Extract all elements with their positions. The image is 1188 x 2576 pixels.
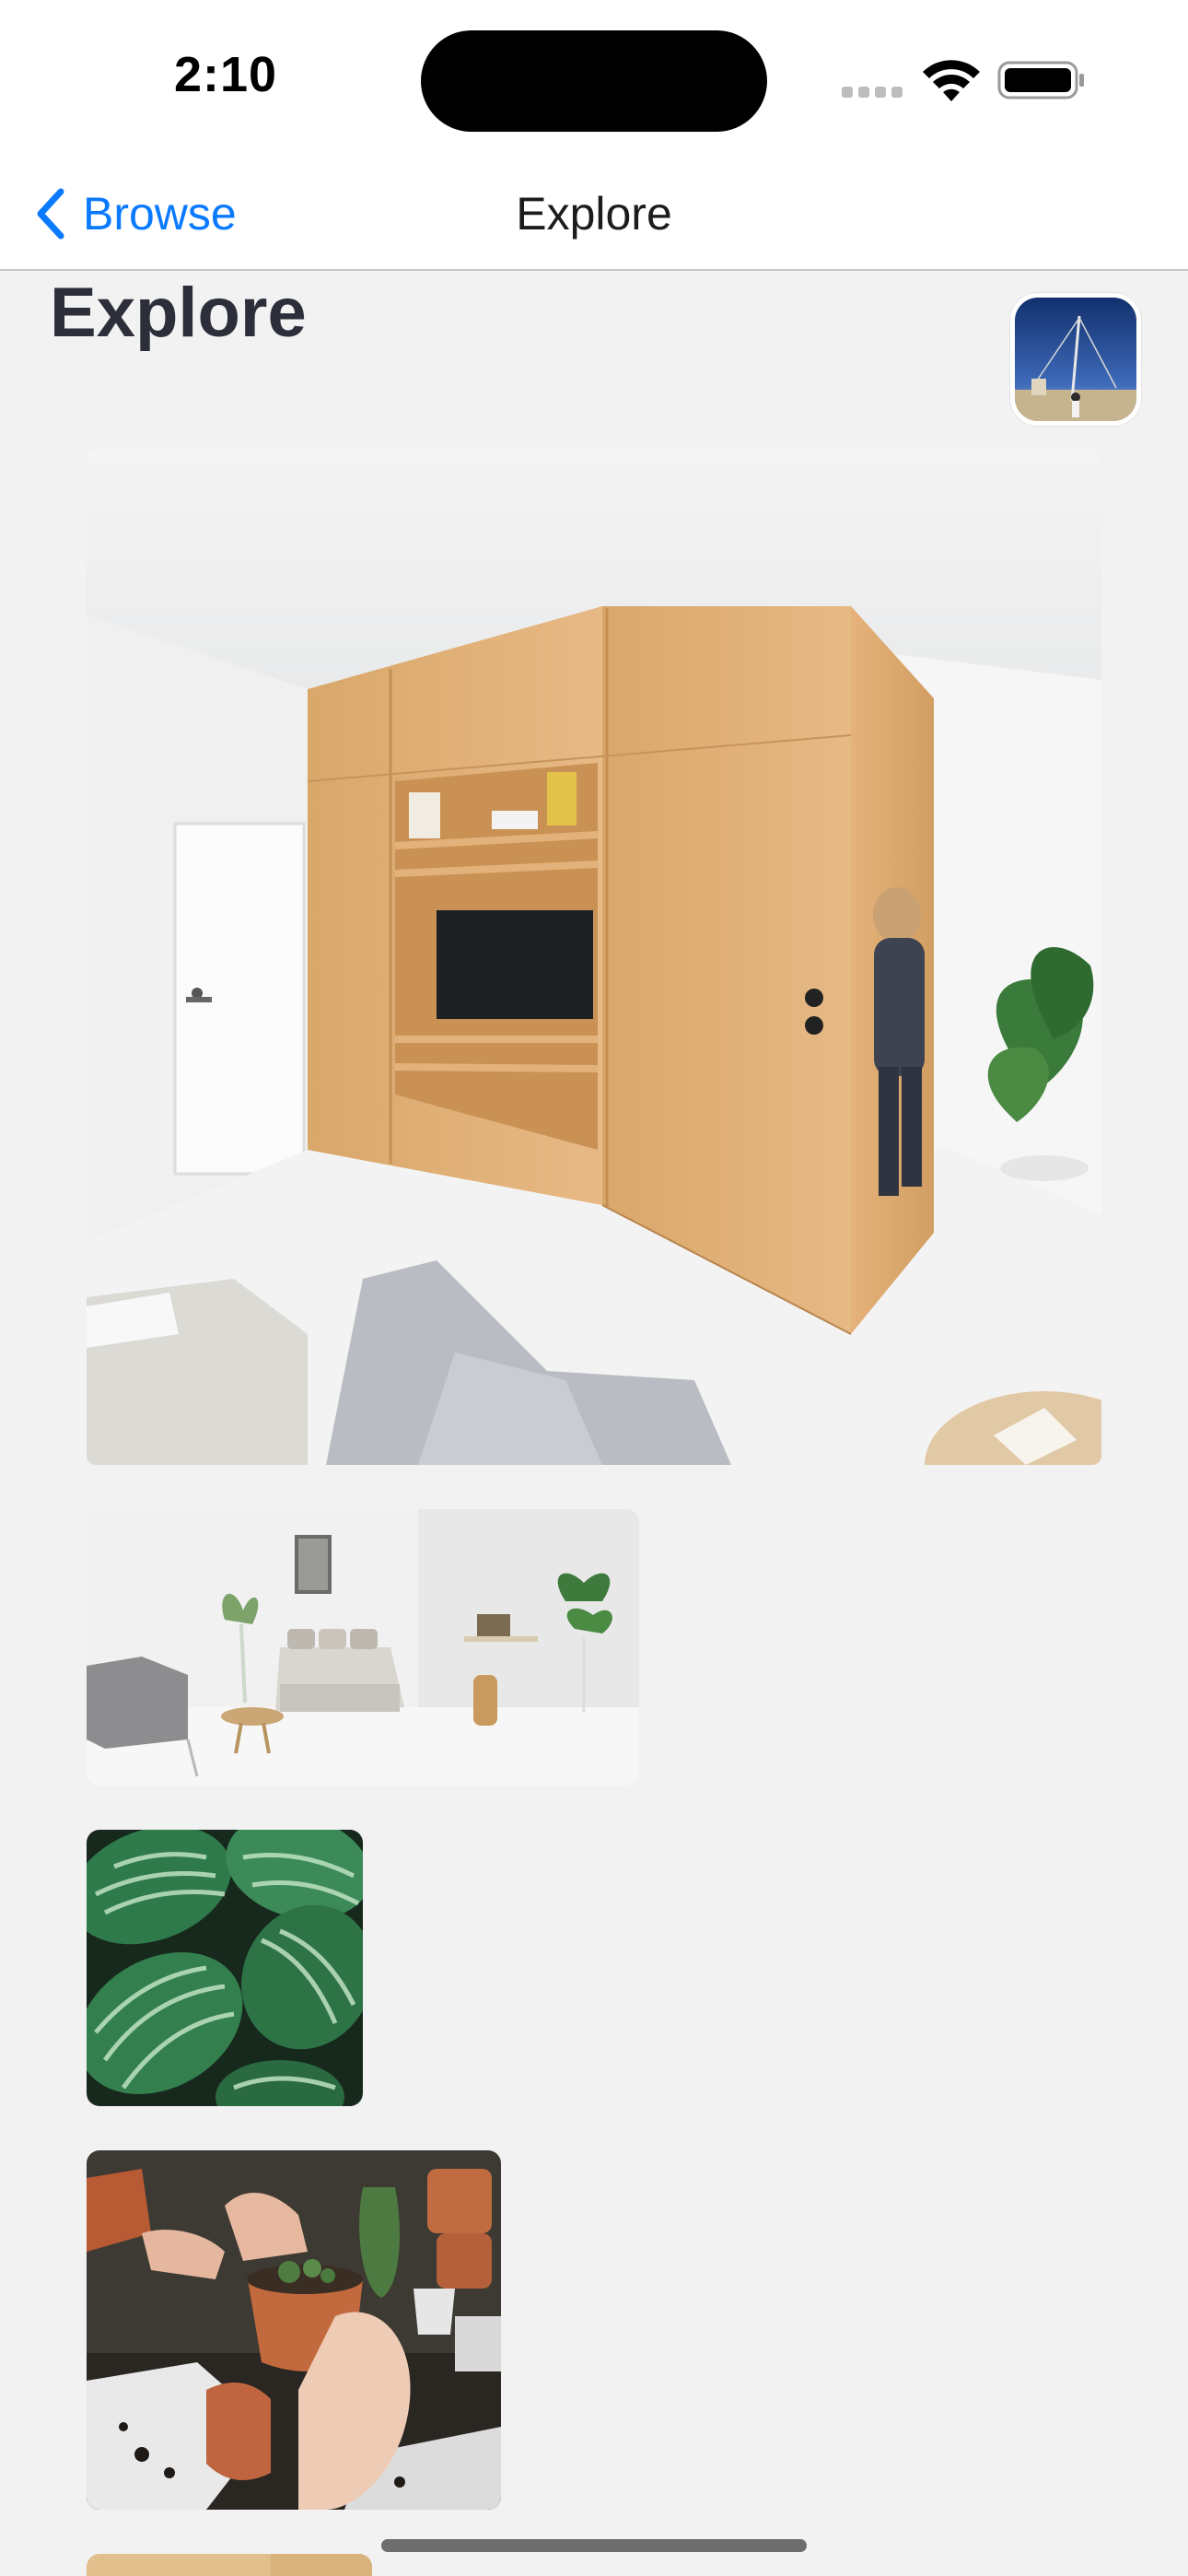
photo-image <box>87 2150 501 2510</box>
photo-image <box>87 1509 639 1786</box>
photo-image <box>87 450 1101 1465</box>
avatar-image <box>1015 298 1136 421</box>
back-button-label: Browse <box>83 188 237 240</box>
navigation-bar: Browse Explore <box>0 157 1188 271</box>
wifi-icon <box>923 60 980 101</box>
status-bar: 2:10 <box>0 0 1188 157</box>
photo-potting-cactus[interactable] <box>87 2150 501 2510</box>
photo-image <box>87 1830 363 2106</box>
battery-icon <box>997 61 1084 100</box>
status-time: 2:10 <box>173 47 278 102</box>
photo-wood-partial[interactable] <box>87 2554 372 2576</box>
photo-image <box>87 2554 372 2576</box>
photo-bedroom[interactable] <box>87 1509 639 1786</box>
screen: 2:10 Browse Explore Explore <box>0 0 1188 2576</box>
photo-wooden-cabinet-room[interactable] <box>87 450 1101 1465</box>
dynamic-island <box>421 30 767 132</box>
photo-calathea-leaves[interactable] <box>87 1830 363 2106</box>
page-title: Explore <box>50 274 307 352</box>
nav-title: Explore <box>516 188 672 240</box>
profile-avatar[interactable] <box>1010 293 1141 426</box>
back-button[interactable]: Browse <box>31 181 237 247</box>
chevron-left-icon <box>37 188 64 240</box>
home-indicator[interactable] <box>381 2539 807 2552</box>
cellular-signal-icon <box>842 85 904 98</box>
